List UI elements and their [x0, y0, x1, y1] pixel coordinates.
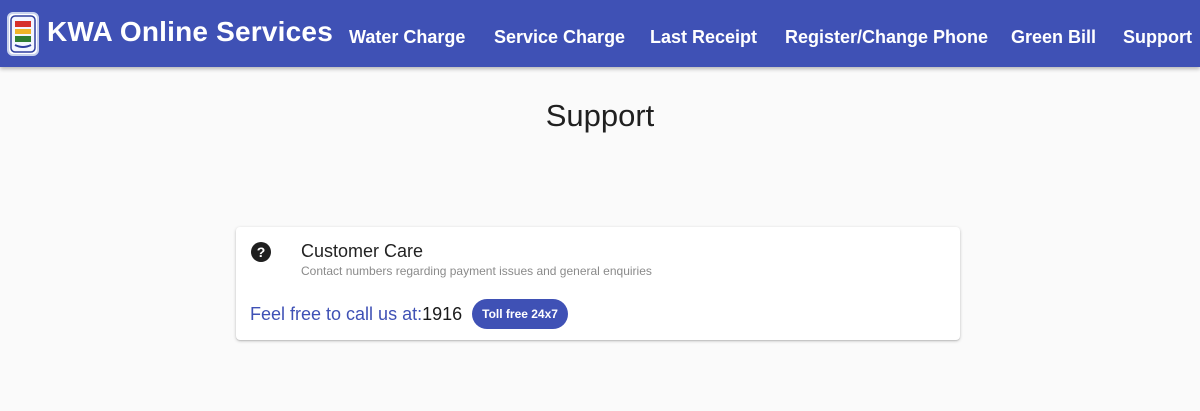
nav-green-bill[interactable]: Green Bill [1011, 27, 1096, 48]
toll-free-chip[interactable]: Toll free 24x7 [472, 299, 568, 329]
nav-support[interactable]: Support [1123, 27, 1192, 48]
call-prefix-text: Feel free to call us at: [250, 303, 423, 324]
help-circle-icon: ? [251, 242, 271, 262]
nav-service-charge[interactable]: Service Charge [494, 27, 625, 48]
nav-register-change-phone[interactable]: Register/Change Phone [785, 27, 988, 48]
card-title: Customer Care [301, 241, 424, 261]
customer-care-card: ? Customer Care Contact numbers regardin… [236, 227, 960, 340]
top-app-bar: KWA Online Services Water Charge Service… [0, 0, 1200, 67]
phone-number[interactable]: 1916 [422, 304, 462, 325]
card-subtitle: Contact numbers regarding payment issues… [301, 264, 652, 278]
page-title: Support [545, 98, 655, 133]
main-nav: Water Charge Service Charge Last Receipt… [0, 0, 1200, 67]
nav-last-receipt[interactable]: Last Receipt [650, 27, 757, 48]
nav-water-charge[interactable]: Water Charge [349, 27, 465, 48]
call-info-line: Feel free to call us at: 1916 Toll free … [250, 299, 568, 329]
